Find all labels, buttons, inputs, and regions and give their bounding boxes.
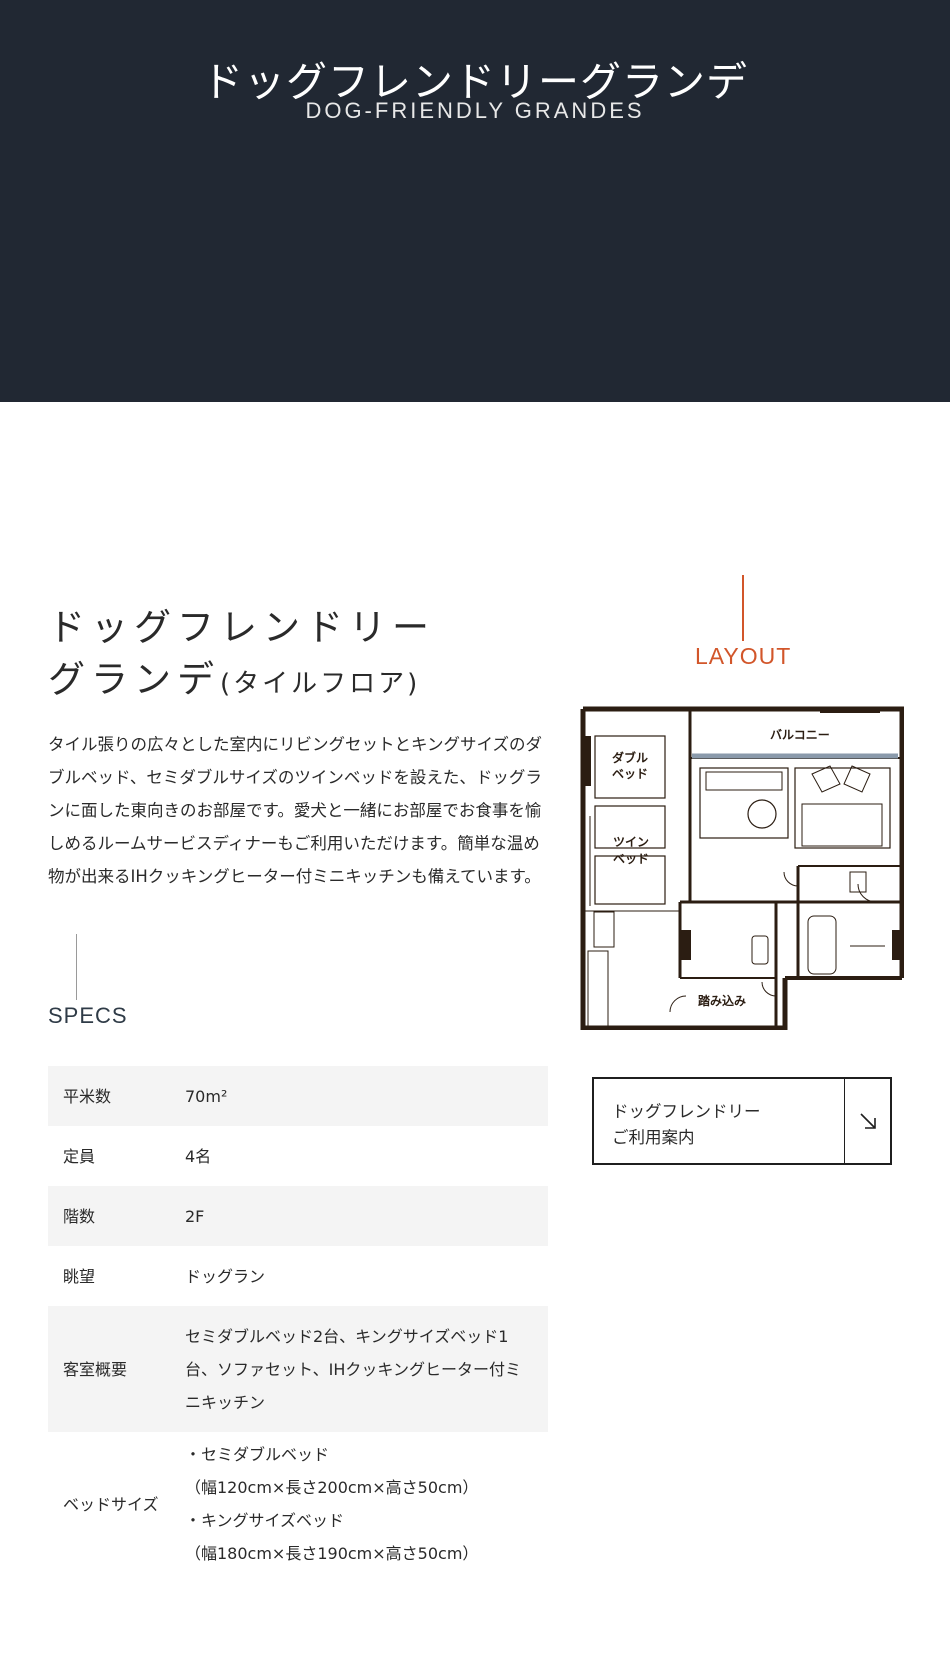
plan-label-entrance: 踏み込み: [698, 993, 746, 1008]
spec-value: セミダブルベッド2台、キングサイズベッド1台、ソファセット、IHクッキングヒータ…: [185, 1326, 521, 1412]
spec-value: ・セミダブルベッド （幅120cm×長さ200cm×高さ50cm） ・キングサイ…: [185, 1438, 548, 1570]
guide-button-text: ドッグフレンドリー ご利用案内: [594, 1079, 844, 1163]
hero-subtitle: DOG-FRIENDLY GRANDES: [305, 98, 645, 123]
spec-row-floor: 階数 2F: [48, 1186, 548, 1246]
plan-label-balcony: バルコニー: [770, 728, 830, 742]
spec-value: 2F: [185, 1206, 205, 1226]
dog-friendly-guide-button[interactable]: ドッグフレンドリー ご利用案内: [592, 1077, 892, 1165]
plan-label-double: ダブル: [612, 750, 648, 765]
room-title-line1: ドッグフレンドリー: [48, 606, 435, 649]
specs-table: 平米数 70m² 定員 4名 階数 2F 眺望 ドッグラン 客室概要 セミダブル…: [48, 1066, 548, 1576]
spec-key: 定員: [63, 1146, 96, 1166]
room-title-line2: グランデ: [48, 658, 220, 701]
layout-heading: LAYOUT: [695, 643, 792, 669]
plan-label-twin: ツイン: [613, 835, 649, 849]
spec-value: 4名: [185, 1146, 212, 1166]
room-description: タイル張りの広々とした室内にリビングセットとキングサイズのダブルベッド、セミダブ…: [48, 735, 543, 886]
spec-key: 階数: [63, 1206, 96, 1226]
bed-size-line: ・セミダブルベッド: [185, 1445, 330, 1464]
spec-value: ドッグラン: [185, 1266, 266, 1286]
spec-value: 70m²: [185, 1086, 228, 1106]
layout-divider: [742, 575, 744, 641]
spec-row-overview: 客室概要 セミダブルベッド2台、キングサイズベッド1台、ソファセット、IHクッキ…: [48, 1306, 548, 1432]
bed-size-line: （幅180cm×長さ190cm×高さ50cm）: [185, 1544, 479, 1563]
spec-row-area: 平米数 70m²: [48, 1066, 548, 1126]
spec-key: ベッドサイズ: [63, 1494, 159, 1514]
bed-size-line: （幅120cm×長さ200cm×高さ50cm）: [185, 1478, 479, 1497]
hero-banner: ドッグフレンドリーグランデ DOG-FRIENDLY GRANDES: [0, 0, 950, 402]
room-title-suffix: (タイルフロア): [220, 669, 421, 699]
spec-key: 眺望: [63, 1266, 96, 1286]
specs-heading: SPECS: [48, 1003, 128, 1028]
guide-button-line1: ドッグフレンドリー: [612, 1102, 761, 1121]
spec-row-view: 眺望 ドッグラン: [48, 1246, 548, 1306]
floor-plan: バルコニー ダブル ベッド ツイン ベッド 踏み込み: [580, 706, 904, 1030]
spec-key: 平米数: [63, 1086, 112, 1106]
plan-label-double: ベッド: [612, 767, 648, 781]
spec-row-bed-size: ベッドサイズ ・セミダブルベッド （幅120cm×長さ200cm×高さ50cm）…: [48, 1432, 548, 1576]
spec-key: 客室概要: [63, 1359, 128, 1379]
guide-button-line2: ご利用案内: [612, 1128, 695, 1147]
spec-row-capacity: 定員 4名: [48, 1126, 548, 1186]
room-title: ドッグフレンドリー グランデ(タイルフロア): [48, 602, 435, 710]
specs-divider: [76, 934, 77, 1000]
arrow-down-right-icon: [844, 1079, 890, 1163]
plan-label-twin: ベッド: [613, 852, 649, 866]
bed-size-line: ・キングサイズベッド: [185, 1511, 345, 1530]
